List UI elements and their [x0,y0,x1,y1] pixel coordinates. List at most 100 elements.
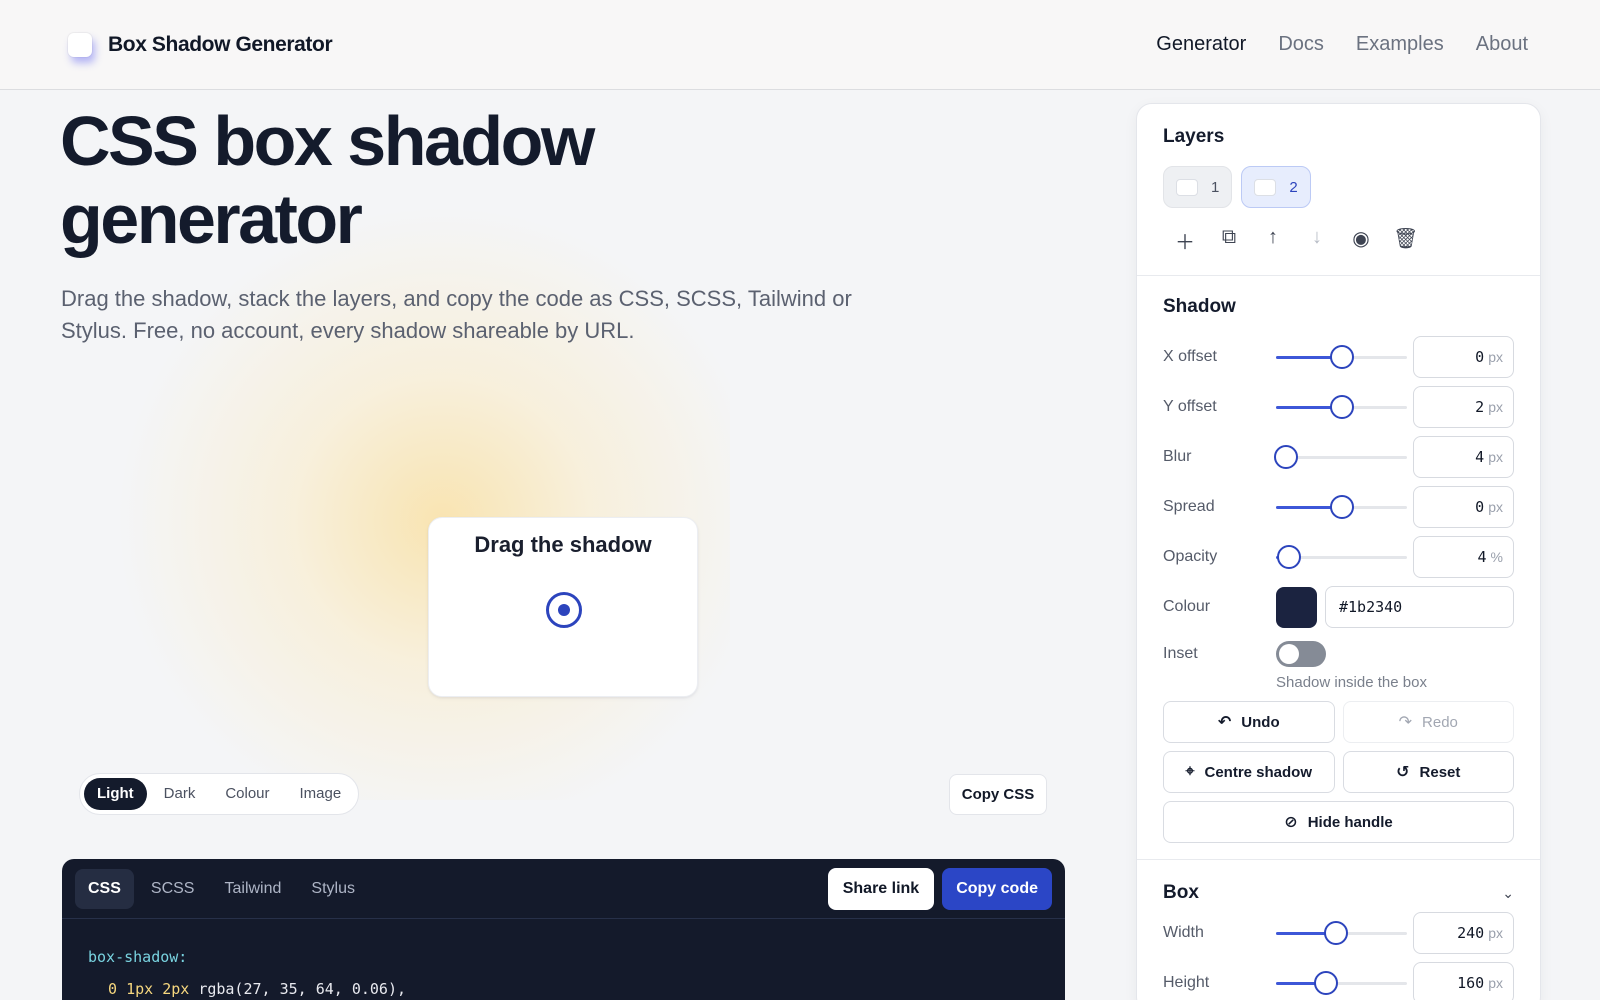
slider-thumb[interactable] [1329,395,1354,419]
slider-thumb[interactable] [1313,971,1338,995]
redo-button[interactable]: ↷ Redo [1342,701,1514,743]
slider-thumb[interactable] [1277,545,1302,569]
top-header: Box Shadow Generator Generator Docs Exam… [0,0,1600,90]
move-up-icon[interactable]: ↑ [1261,226,1285,255]
redo-icon: ↷ [1398,714,1413,731]
code-output[interactable]: box-shadow: 0 1px 2px rgba(27, 35, 64, 0… [62,919,1065,1000]
background-switcher: Light Dark Colour Image [79,773,360,815]
code-token: 2px [162,980,190,998]
centre-shadow-button[interactable]: ⌖ Centre shadow [1163,751,1335,793]
width-slider[interactable] [1276,921,1407,945]
tab-tailwind[interactable]: Tailwind [211,869,294,909]
inset-label: Inset [1163,645,1198,662]
y-offset-label: Y offset [1163,398,1217,415]
nav-examples[interactable]: Examples [1356,33,1444,56]
slider-thumb[interactable] [1274,445,1299,469]
bg-option-colour[interactable]: Colour [212,778,282,810]
nav-docs[interactable]: Docs [1278,33,1324,56]
height-value: 160 [1457,974,1485,992]
spread-input[interactable]: 0 px [1413,486,1514,528]
tab-stylus[interactable]: Stylus [298,869,368,909]
x-offset-unit: px [1488,349,1503,365]
code-token: 0 [108,980,118,998]
height-slider[interactable] [1276,971,1407,995]
code-line-value: 0 1px 2px rgba(27, 35, 64, 0.06), [88,973,1039,1000]
layer-number: 1 [1211,178,1220,196]
reset-button[interactable]: ↺ Reset [1342,751,1514,793]
hide-handle-button[interactable]: ⊘ Hide handle [1163,801,1514,843]
shadow-actions: ↶ Undo ↷ Redo ⌖ Centre shadow ↺ Reset ⊘ … [1163,701,1514,843]
page-title: CSS box shadow generator [60,102,595,258]
chevron-down-icon[interactable]: ⌄ [1502,885,1514,902]
layers-title: Layers [1163,126,1225,147]
layer-toolbar: ＋ ⧉ ↑ ↓ ◉ 🗑 [1163,226,1514,255]
height-input[interactable]: 160 px [1413,962,1514,1000]
visibility-icon[interactable]: ◉ [1349,226,1373,255]
spread-label: Spread [1163,498,1215,515]
x-offset-value: 0 [1475,348,1485,366]
page-subtitle: Drag the shadow, stack the layers, and c… [61,286,852,343]
colour-label: Colour [1163,598,1211,615]
colour-row: Colour #1b2340 [1163,582,1514,632]
share-link-button[interactable]: Share link [827,867,935,910]
y-offset-slider[interactable] [1276,395,1407,419]
tab-css[interactable]: CSS [75,868,134,909]
width-input[interactable]: 240 px [1413,912,1514,954]
code-panel: CSS SCSS Tailwind Stylus Share link Copy… [62,859,1065,1000]
slider-thumb[interactable] [1329,345,1354,369]
background-glow [90,180,730,800]
x-offset-label: X offset [1163,348,1217,365]
code-token: 1px [126,980,154,998]
centre-label: Centre shadow [1204,763,1313,781]
undo-label: Undo [1241,713,1280,731]
undo-button[interactable]: ↶ Undo [1163,701,1335,743]
opacity-value: 4 [1477,548,1487,566]
inset-hint: Shadow inside the box [1276,674,1427,691]
box-title: Box [1163,882,1199,903]
blur-input[interactable]: 4 px [1413,436,1514,478]
opacity-input[interactable]: 4% [1413,536,1514,578]
inset-row: Inset [1163,632,1514,676]
code-line-property: box-shadow: [88,948,188,966]
reset-icon: ↺ [1396,764,1410,781]
bg-option-image[interactable]: Image [287,778,355,810]
y-offset-input[interactable]: 2 px [1413,386,1514,428]
x-offset-input[interactable]: 0 px [1413,336,1514,378]
slider-thumb[interactable] [1324,921,1349,945]
shadow-drag-handle[interactable] [546,592,582,628]
colour-hex-input[interactable]: #1b2340 [1325,586,1514,628]
nav-about[interactable]: About [1476,33,1528,56]
opacity-unit: % [1490,549,1503,565]
width-row: Width 240 px [1163,908,1514,958]
shadow-section: Shadow X offset 0 px Y offset 2 px Blur 4 px Spre… [1137,276,1540,860]
copy-css-button[interactable]: Copy CSS [949,774,1047,815]
tab-scss[interactable]: SCSS [138,869,208,909]
opacity-row: Opacity 4% [1163,532,1514,582]
bg-option-dark[interactable]: Dark [151,778,209,810]
add-icon[interactable]: ＋ [1173,226,1197,255]
copy-code-button[interactable]: Copy code [942,867,1052,910]
x-offset-slider[interactable] [1276,345,1407,369]
height-label: Height [1163,974,1210,991]
height-unit: px [1488,975,1503,991]
duplicate-icon[interactable]: ⧉ [1217,226,1241,255]
colour-swatch[interactable] [1276,586,1317,628]
delete-icon[interactable]: 🗑 [1393,226,1418,255]
height-row: Height 160 px [1163,958,1514,1000]
layer-chip-1[interactable]: 1 [1163,166,1233,208]
spread-slider[interactable] [1276,495,1407,519]
move-down-icon[interactable]: ↓ [1305,226,1329,255]
slider-thumb[interactable] [1329,495,1354,519]
blur-slider[interactable] [1274,445,1407,469]
settings-panel: Layers 1 2 ＋ ⧉ ↑ ↓ ◉ 🗑 Shadow X offset 0 p… [1136,103,1541,1000]
opacity-slider[interactable] [1276,545,1407,569]
layer-number: 2 [1289,178,1298,196]
bg-option-light[interactable]: Light [84,778,147,810]
inset-toggle[interactable] [1276,641,1326,667]
layer-chip-2[interactable]: 2 [1241,166,1311,208]
nav-generator[interactable]: Generator [1156,33,1246,56]
code-token: rgba(27, 35, 64, 0.06), [198,980,407,998]
layer-list: 1 2 [1163,166,1514,208]
blur-unit: px [1488,449,1503,465]
brand[interactable]: Box Shadow Generator [68,32,333,57]
